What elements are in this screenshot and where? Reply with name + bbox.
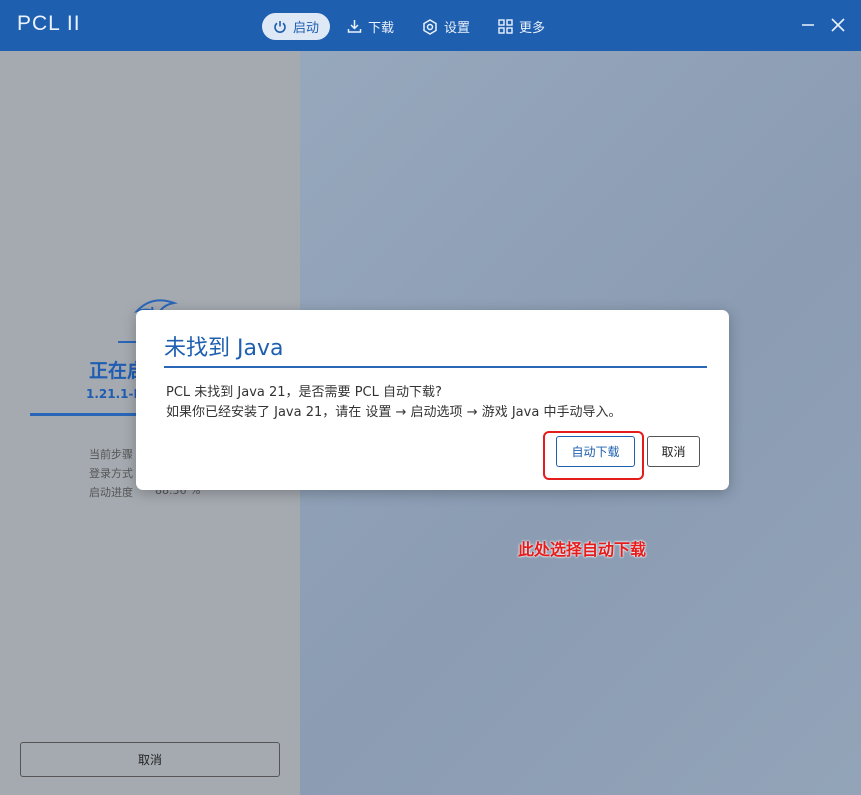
annotation-highlight-box bbox=[543, 431, 644, 480]
info-login-method: 登录方式 bbox=[89, 467, 133, 480]
launch-decor-line bbox=[118, 341, 136, 343]
launch-progress-bar bbox=[30, 413, 140, 416]
nav-settings-label: 设置 bbox=[444, 21, 471, 36]
dialog-message-line2: 如果你已经安装了 Java 21，请在 设置 → 启动选项 → 游戏 Java … bbox=[166, 405, 622, 420]
nav-more[interactable]: 更多 bbox=[487, 13, 556, 40]
minimize-button[interactable] bbox=[797, 14, 819, 36]
title-bar: PCL II 启动 下载 设置 更多 bbox=[0, 0, 861, 51]
nav-settings[interactable]: 设置 bbox=[411, 13, 481, 40]
close-icon bbox=[831, 18, 845, 32]
launch-version: 1.21.1-F bbox=[86, 387, 142, 401]
info-current-step: 当前步骤 bbox=[89, 448, 133, 461]
dialog-divider bbox=[164, 366, 707, 368]
close-button[interactable] bbox=[827, 14, 849, 36]
gear-icon bbox=[423, 18, 437, 35]
nav-download-label: 下载 bbox=[368, 21, 395, 36]
nav-launch-label: 启动 bbox=[293, 21, 320, 36]
dialog-cancel-button[interactable]: 取消 bbox=[647, 436, 700, 467]
minimize-icon bbox=[802, 24, 814, 26]
dialog-title: 未找到 Java bbox=[164, 336, 284, 361]
nav-more-label: 更多 bbox=[519, 21, 546, 36]
grid-icon bbox=[498, 19, 513, 34]
top-nav: 启动 下载 设置 更多 bbox=[262, 13, 562, 40]
annotation-text: 此处选择自动下载 bbox=[518, 540, 647, 559]
dialog-message-line1: PCL 未找到 Java 21，是否需要 PCL 自动下载? bbox=[166, 385, 442, 400]
download-icon bbox=[347, 20, 362, 33]
launch-cancel-button[interactable]: 取消 bbox=[20, 742, 280, 777]
nav-download[interactable]: 下载 bbox=[336, 13, 405, 40]
app-title: PCL II bbox=[17, 12, 81, 35]
nav-launch[interactable]: 启动 bbox=[262, 13, 331, 40]
power-icon bbox=[274, 20, 286, 33]
info-launch-progress: 启动进度 bbox=[89, 486, 133, 499]
